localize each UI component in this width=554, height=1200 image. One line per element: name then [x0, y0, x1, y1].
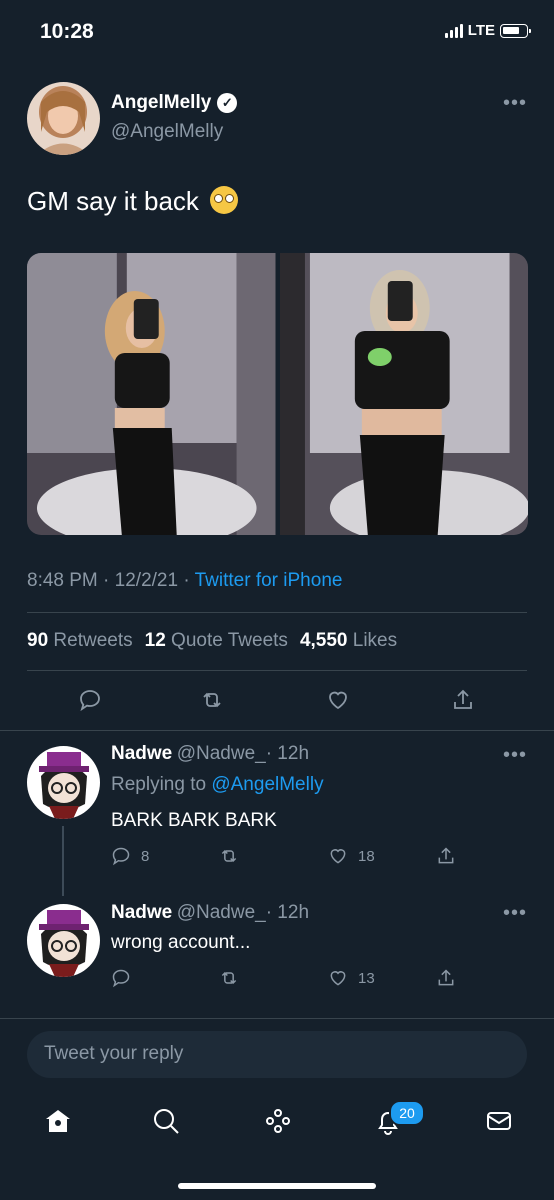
retweets-label: Retweets	[53, 630, 133, 651]
signal-icon	[444, 23, 463, 38]
reply-avatar[interactable]	[27, 746, 100, 819]
heart-icon	[330, 849, 346, 864]
reply-retweet-button[interactable]	[219, 968, 239, 988]
retweet-icon	[221, 971, 237, 985]
tweet-time: 8:48 PM	[27, 570, 98, 591]
reply-author-name[interactable]: Nadwe	[111, 743, 172, 764]
reply-author-name[interactable]: Nadwe	[111, 902, 172, 923]
reply-like-button[interactable]: 13	[328, 968, 375, 988]
replying-to-label: Replying to	[111, 774, 207, 795]
reply-author-handle[interactable]: @Nadwe_	[177, 902, 266, 923]
retweets-stat[interactable]: 90 Retweets	[27, 630, 133, 652]
tweet-actions	[0, 680, 554, 722]
tweet-date: 12/2/21	[114, 570, 179, 591]
reply-share-button[interactable]	[436, 846, 456, 866]
thread-line	[62, 826, 64, 896]
divider	[27, 612, 527, 613]
reply-text: wrong account...	[111, 932, 251, 953]
tweet-client-link[interactable]: Twitter for iPhone	[195, 570, 343, 591]
quote-tweets-count: 12	[144, 630, 166, 651]
divider	[27, 670, 527, 671]
divider	[0, 1018, 554, 1019]
tweet-reply-input[interactable]: Tweet your reply	[27, 1031, 527, 1078]
reply-retweet-button[interactable]	[219, 846, 239, 866]
heart-icon	[329, 691, 347, 710]
share-icon	[438, 847, 454, 864]
likes-stat[interactable]: 4,550 Likes	[300, 630, 397, 652]
tweet-text-row: GM say it back	[27, 186, 239, 217]
replying-to: Replying to @AngelMelly	[111, 774, 324, 796]
share-button[interactable]	[451, 688, 475, 712]
divider	[0, 730, 554, 731]
retweet-button[interactable]	[200, 688, 224, 712]
share-icon	[438, 969, 454, 986]
home-indicator	[178, 1183, 376, 1189]
reply-icon	[112, 969, 130, 988]
tab-spaces[interactable]	[264, 1107, 292, 1140]
reply-icon	[80, 690, 100, 712]
tweet-text: GM say it back	[27, 186, 199, 216]
reply-age: · 12h	[265, 743, 310, 764]
reply-reply-button[interactable]	[111, 968, 131, 988]
reply-avatar[interactable]	[27, 904, 100, 977]
tweet-photo-1[interactable]	[27, 253, 276, 535]
mail-icon	[487, 1112, 511, 1130]
reply-header: Nadwe @Nadwe_· 12h	[111, 743, 309, 765]
meta-separator-2: ·	[183, 570, 190, 591]
author-handle[interactable]: @AngelMelly	[111, 121, 223, 143]
reply-header: Nadwe @Nadwe_· 12h	[111, 902, 309, 924]
tab-search[interactable]	[152, 1107, 180, 1140]
tab-messages[interactable]	[485, 1107, 513, 1140]
more-options-icon[interactable]: •••	[503, 744, 527, 767]
home-icon	[46, 1110, 70, 1132]
reply-like-button[interactable]: 18	[328, 846, 375, 866]
heart-icon	[330, 971, 346, 986]
reply-icon	[112, 847, 130, 866]
quote-tweets-stat[interactable]: 12 Quote Tweets	[145, 630, 288, 652]
reply-text: BARK BARK BARK	[111, 810, 277, 831]
reply-age: · 12h	[265, 902, 310, 923]
retweet-icon	[221, 849, 237, 863]
quote-tweets-label: Quote Tweets	[171, 630, 288, 651]
rolling-eyes-emoji-icon	[210, 186, 239, 214]
author-name[interactable]: AngelMelly	[111, 92, 211, 114]
notifications-badge: 20	[389, 1100, 425, 1126]
likes-label: Likes	[352, 630, 398, 651]
status-indicators: LTE	[444, 22, 531, 39]
spaces-icon	[266, 1109, 290, 1133]
author-avatar[interactable]	[27, 82, 100, 155]
reply-like-count: 18	[358, 847, 375, 865]
battery-icon	[500, 23, 531, 38]
more-options-icon[interactable]: •••	[503, 902, 527, 925]
tweet-stats: 90 Retweets 12 Quote Tweets 4,550 Likes	[27, 630, 397, 652]
tweet-photo-2[interactable]	[279, 253, 528, 535]
meta-separator: ·	[103, 570, 110, 591]
replying-to-link[interactable]: @AngelMelly	[211, 774, 323, 795]
status-time: 10:28	[40, 20, 94, 43]
network-label: LTE	[467, 22, 495, 39]
retweet-icon	[203, 692, 221, 708]
likes-count: 4,550	[299, 630, 348, 651]
author-name-row[interactable]: AngelMelly ✓	[111, 92, 238, 114]
like-button[interactable]	[326, 688, 350, 712]
reply-reply-button[interactable]: 8	[111, 846, 149, 866]
reply-author-handle[interactable]: @Nadwe_	[177, 743, 266, 764]
tweet-media[interactable]	[27, 253, 528, 535]
tab-home[interactable]	[44, 1107, 72, 1140]
search-icon	[154, 1109, 179, 1134]
retweets-count: 90	[27, 630, 49, 651]
reply-like-count: 13	[358, 969, 375, 987]
more-options-icon[interactable]: •••	[503, 92, 527, 115]
reply-reply-count: 8	[141, 847, 150, 865]
reply-button[interactable]	[78, 688, 102, 712]
share-icon	[454, 689, 472, 709]
reply-share-button[interactable]	[436, 968, 456, 988]
verified-badge-icon: ✓	[217, 93, 238, 113]
tweet-meta: 8:48 PM · 12/2/21 · Twitter for iPhone	[27, 570, 342, 592]
